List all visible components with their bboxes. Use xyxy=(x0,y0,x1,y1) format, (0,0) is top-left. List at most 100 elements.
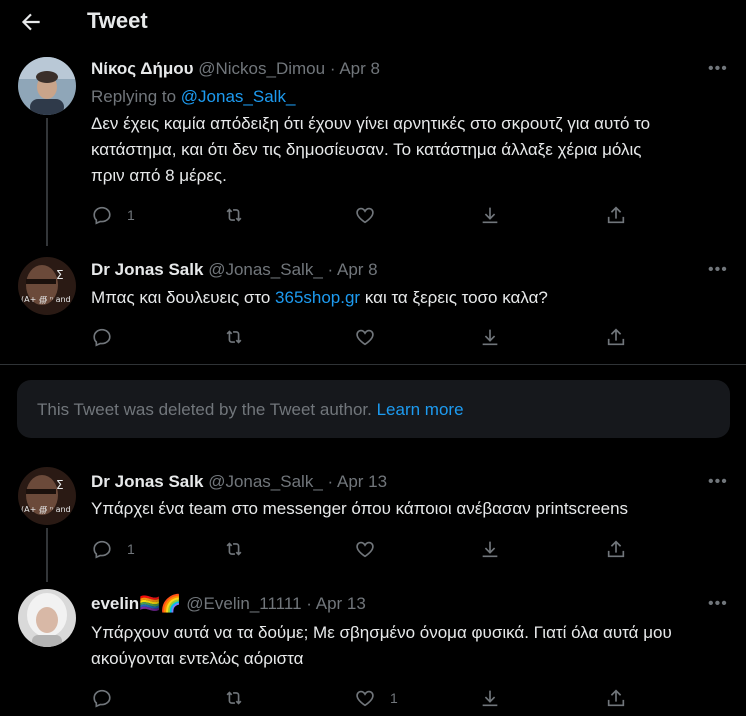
tweet-actions: 1 xyxy=(91,537,651,561)
author-name[interactable]: evelin xyxy=(91,594,139,613)
tweet-text: Υπάρχει ένα team στο messenger όπου κάπο… xyxy=(91,499,629,518)
header-bar: Tweet xyxy=(0,0,746,46)
separator: · xyxy=(327,260,334,279)
download-button[interactable] xyxy=(479,686,501,710)
separator: · xyxy=(327,472,334,491)
deleted-tweet-notice: This Tweet was deleted by the Tweet auth… xyxy=(17,380,730,438)
avatar-jonas[interactable]: Σ (A+ ∰ ⁿ and xyxy=(18,257,76,315)
shop-link[interactable]: 365shop.gr xyxy=(275,288,360,307)
reply-icon xyxy=(93,689,111,708)
more-options-icon[interactable]: ••• xyxy=(708,60,728,78)
reply-button[interactable]: 1 xyxy=(91,203,135,227)
download-button[interactable] xyxy=(479,203,501,227)
like-button[interactable] xyxy=(354,537,376,561)
download-icon xyxy=(482,207,498,224)
retweet-icon xyxy=(226,542,242,556)
share-button[interactable] xyxy=(605,203,627,227)
learn-more-link[interactable]: Learn more xyxy=(377,400,464,419)
share-icon xyxy=(607,689,625,707)
tweet-date[interactable]: Apr 13 xyxy=(337,472,387,491)
share-button[interactable] xyxy=(605,537,627,561)
separator: · xyxy=(329,59,336,78)
retweet-button[interactable] xyxy=(223,203,245,227)
replying-label: Replying to xyxy=(91,87,177,106)
like-button[interactable] xyxy=(354,203,376,227)
reply-count: 1 xyxy=(127,541,135,557)
svg-text:Σ: Σ xyxy=(56,478,64,492)
tweet-text: Δεν έχεις καμία απόδειξη ότι έχουν γίνει… xyxy=(91,114,651,185)
download-icon xyxy=(482,329,498,346)
retweet-button[interactable] xyxy=(223,537,245,561)
like-count: 1 xyxy=(390,690,398,706)
retweet-button[interactable] xyxy=(223,325,245,349)
thread-line xyxy=(46,118,48,246)
tweet-header: Dr Jonas Salk @Jonas_Salk_ · Apr 8 xyxy=(91,260,378,280)
share-icon xyxy=(607,206,625,224)
heart-icon xyxy=(356,541,374,558)
tweet-header: Dr Jonas Salk @Jonas_Salk_ · Apr 13 xyxy=(91,472,387,492)
reply-button[interactable]: 1 xyxy=(91,537,135,561)
tweet-actions: 1 xyxy=(91,686,651,710)
reply-button[interactable] xyxy=(91,686,127,710)
replying-to-line: Replying to @Jonas_Salk_ xyxy=(91,87,295,107)
svg-text:(A+ ∰ ⁿ and: (A+ ∰ ⁿ and xyxy=(21,295,71,304)
retweet-button[interactable] xyxy=(223,686,245,710)
heart-icon xyxy=(356,207,374,224)
author-name[interactable]: Νίκος Δήμου xyxy=(91,59,194,78)
author-name[interactable]: Dr Jonas Salk xyxy=(91,260,203,279)
more-options-icon[interactable]: ••• xyxy=(708,473,728,491)
reply-button[interactable] xyxy=(91,325,127,349)
like-button[interactable] xyxy=(354,325,376,349)
reply-icon xyxy=(93,540,111,559)
page-title: Tweet xyxy=(87,8,148,33)
deleted-message: This Tweet was deleted by the Tweet auth… xyxy=(37,400,372,419)
share-icon xyxy=(607,540,625,558)
avatar-nickos[interactable] xyxy=(18,57,76,115)
more-options-icon[interactable]: ••• xyxy=(708,595,728,613)
share-icon xyxy=(607,328,625,346)
download-button[interactable] xyxy=(479,537,501,561)
heart-icon xyxy=(356,690,374,707)
tweet-text: Μπας και δουλευεις στο 365shop.gr και τα… xyxy=(91,285,731,311)
retweet-icon xyxy=(226,330,242,344)
replying-to-link[interactable]: @Jonas_Salk_ xyxy=(181,87,296,106)
back-arrow-icon[interactable] xyxy=(18,9,44,35)
share-button[interactable] xyxy=(605,686,627,710)
tweet-date[interactable]: Apr 8 xyxy=(337,260,378,279)
tweet-header: evelin🏳️‍🌈🌈 @Evelin_11111 · Apr 13 xyxy=(91,594,366,614)
separator: · xyxy=(306,594,312,613)
reply-icon xyxy=(93,206,111,225)
author-handle[interactable]: @Evelin_11111 xyxy=(186,594,301,613)
rainbow-flag-emoji: 🏳️‍🌈🌈 xyxy=(139,594,182,613)
tweet-actions: 1 xyxy=(91,203,651,227)
reply-count: 1 xyxy=(127,207,135,223)
text-part: και τα ξερεις τοσο καλα? xyxy=(360,288,548,307)
tweet-actions xyxy=(91,325,651,349)
author-name[interactable]: Dr Jonas Salk xyxy=(91,472,203,491)
avatar-evelin[interactable] xyxy=(18,589,76,647)
tweet-text: Υπάρχουν αυτά να τα δούμε; Με σβησμένο ό… xyxy=(91,623,672,668)
like-button[interactable]: 1 xyxy=(354,686,398,710)
retweet-icon xyxy=(226,691,242,705)
share-button[interactable] xyxy=(605,325,627,349)
avatar-jonas[interactable]: Σ (A+ ∰ ⁿ and xyxy=(18,467,76,525)
tweet-date[interactable]: Apr 8 xyxy=(339,59,380,78)
retweet-icon xyxy=(226,208,242,222)
tweet-header: Νίκος Δήμου @Nickos_Dimou · Apr 8 xyxy=(91,59,380,79)
more-options-icon[interactable]: ••• xyxy=(708,261,728,279)
svg-text:(A+ ∰ ⁿ and: (A+ ∰ ⁿ and xyxy=(21,505,71,514)
thread-line xyxy=(46,528,48,582)
text-part: Μπας και δουλευεις στο xyxy=(91,288,276,307)
author-handle[interactable]: @Jonas_Salk_ xyxy=(208,260,323,279)
svg-text:Σ: Σ xyxy=(56,268,64,282)
reply-icon xyxy=(93,328,111,347)
author-handle[interactable]: @Jonas_Salk_ xyxy=(208,472,323,491)
deleted-notice-text: This Tweet was deleted by the Tweet auth… xyxy=(37,400,464,420)
download-icon xyxy=(482,690,498,707)
tweet-date[interactable]: Apr 13 xyxy=(316,594,366,613)
section-divider xyxy=(0,364,746,365)
heart-icon xyxy=(356,329,374,346)
author-handle[interactable]: @Nickos_Dimou xyxy=(198,59,325,78)
download-button[interactable] xyxy=(479,325,501,349)
download-icon xyxy=(482,541,498,558)
